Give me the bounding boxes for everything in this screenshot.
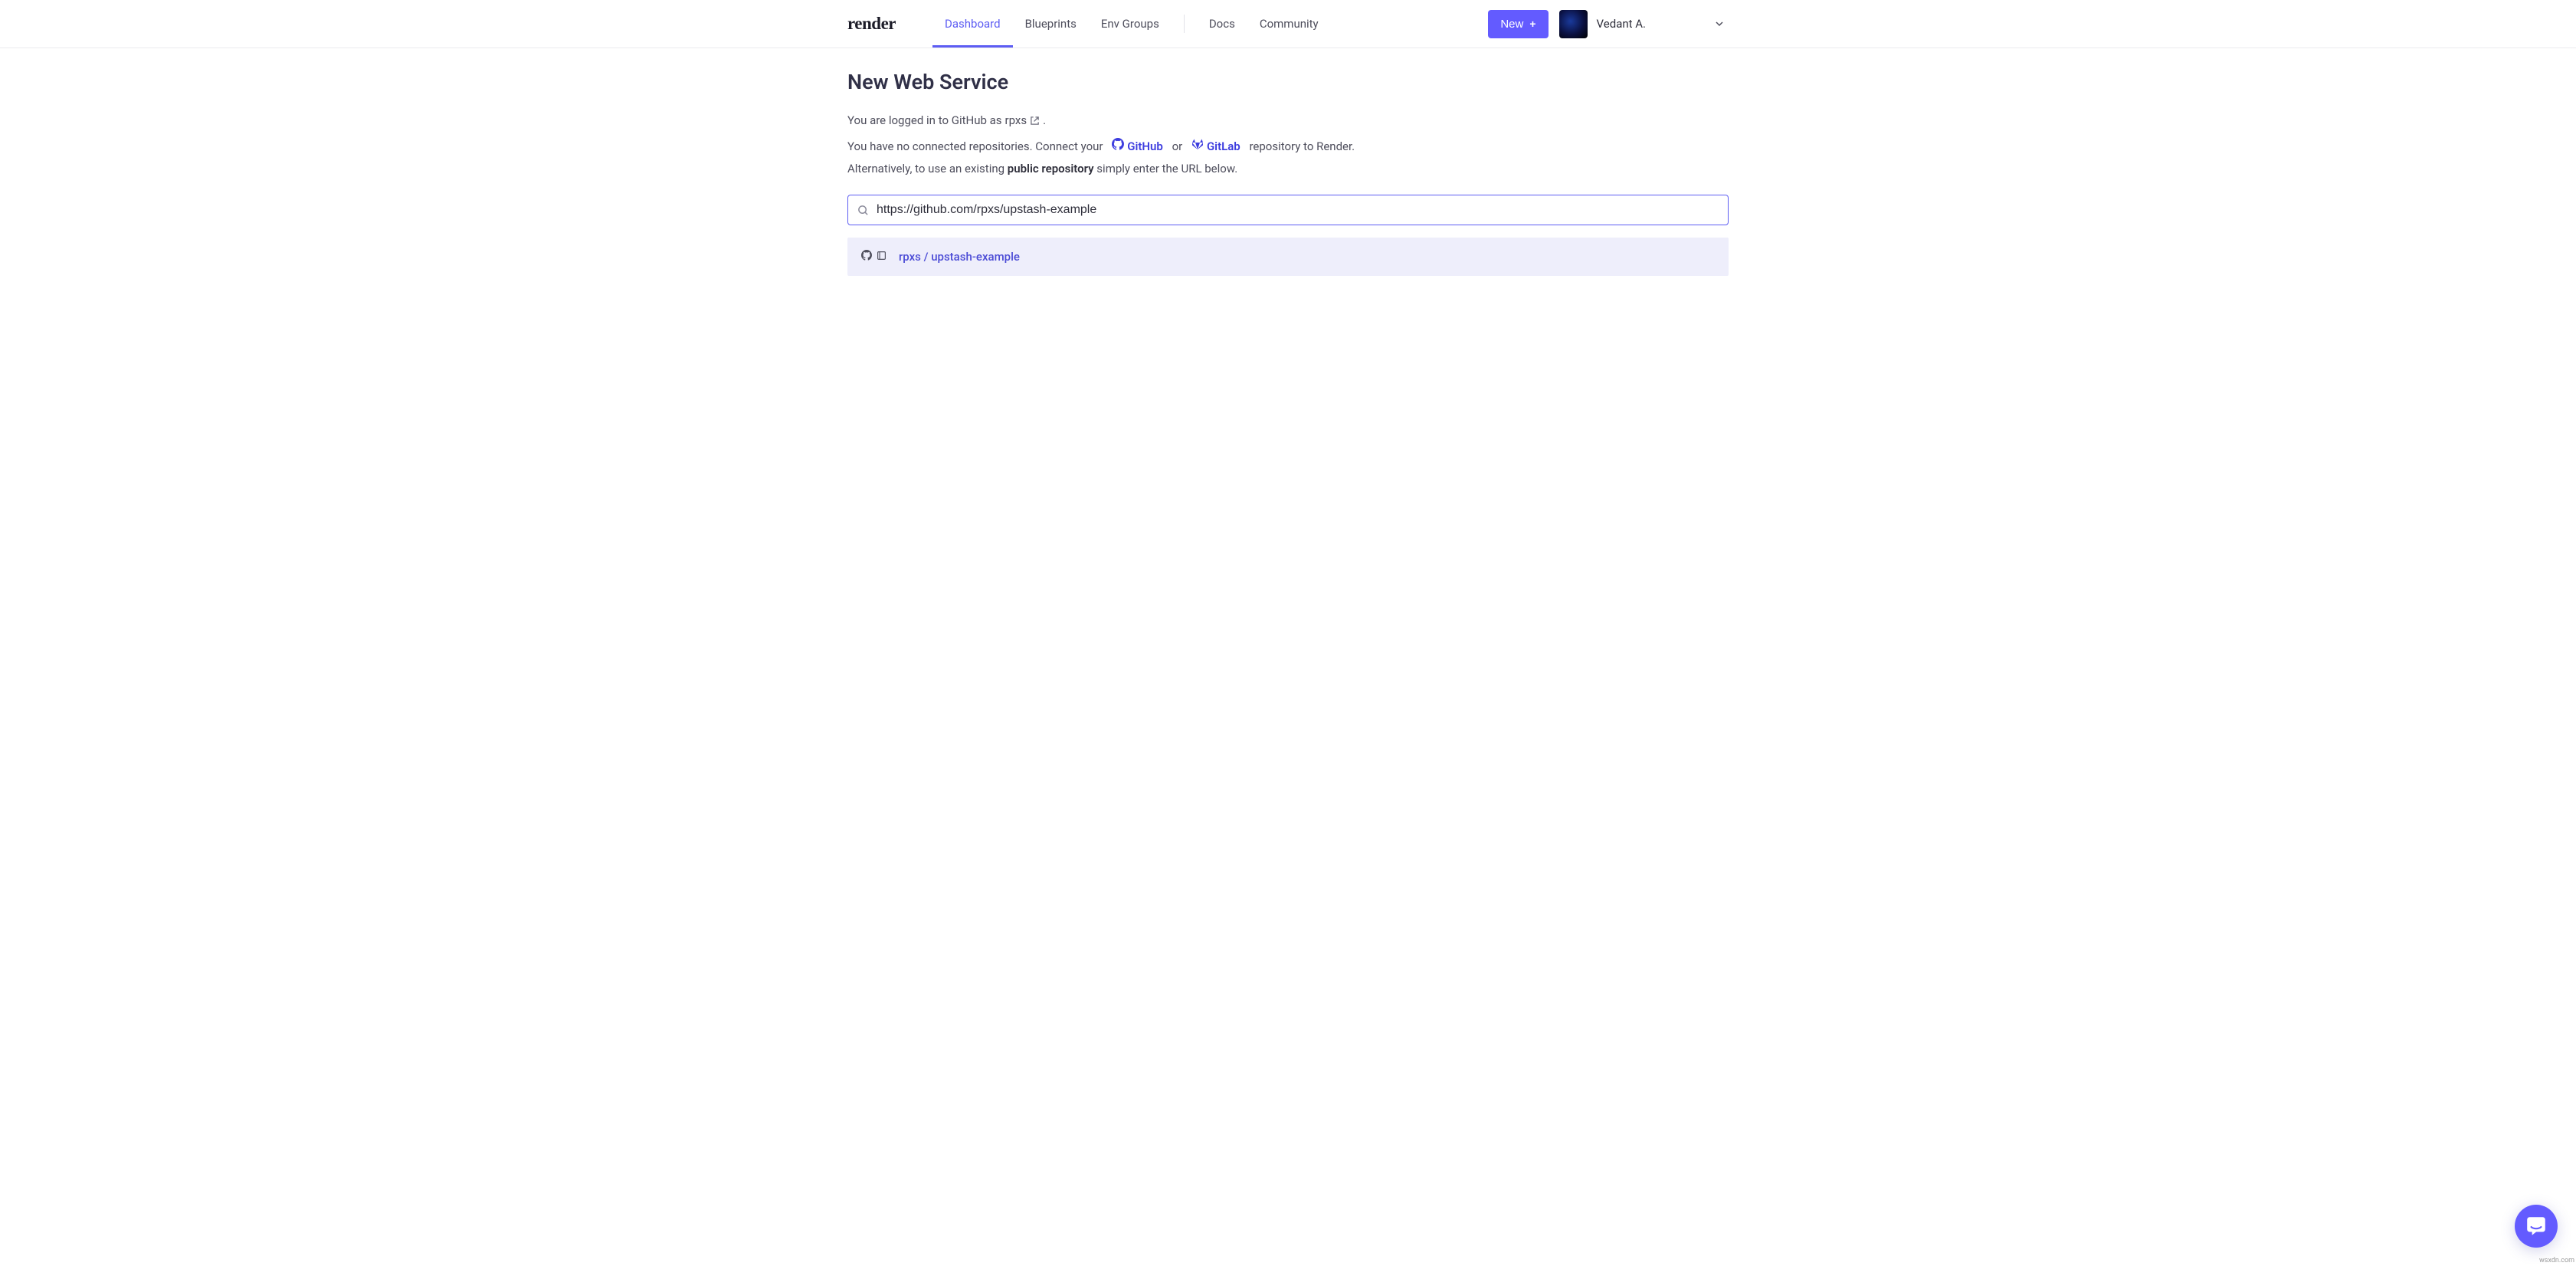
nav-dashboard[interactable]: Dashboard	[932, 0, 1013, 48]
page-title: New Web Service	[847, 70, 1729, 94]
logged-in-line: You are logged in to GitHub as rpxs .	[847, 111, 1729, 131]
nav-divider	[1184, 15, 1185, 33]
nav-community[interactable]: Community	[1247, 0, 1331, 48]
logo[interactable]: render	[847, 14, 896, 34]
connect-text-2: repository to Render.	[1249, 137, 1355, 157]
gitlab-label: GitLab	[1207, 137, 1240, 157]
github-icon	[1112, 137, 1124, 157]
or-text: or	[1172, 137, 1183, 157]
logged-in-suffix: .	[1043, 111, 1046, 131]
repo-result-row[interactable]: rpxs / upstash-example	[847, 238, 1729, 276]
nav-blueprints[interactable]: Blueprints	[1013, 0, 1089, 48]
chat-icon	[2525, 1215, 2548, 1238]
gitlab-link[interactable]: GitLab	[1191, 137, 1240, 157]
new-button[interactable]: New +	[1488, 10, 1548, 38]
alternative-line: Alternatively, to use an existing public…	[847, 159, 1729, 178]
public-repo-bold: public repository	[1008, 162, 1094, 175]
repo-result-label: rpxs / upstash-example	[899, 250, 1020, 264]
connect-line: You have no connected repositories. Conn…	[847, 137, 1729, 157]
connect-text-1: You have no connected repositories. Conn…	[847, 137, 1103, 157]
gitlab-icon	[1191, 137, 1204, 157]
alt-text-2: simply enter the URL below.	[1094, 162, 1238, 175]
main-content: New Web Service You are logged in to Git…	[847, 48, 1729, 276]
logged-in-user: rpxs	[1005, 111, 1027, 131]
user-name: Vedant A.	[1597, 17, 1646, 31]
new-button-label: New	[1500, 18, 1523, 31]
chevron-down-icon	[1715, 19, 1724, 28]
logged-in-prefix: You are logged in to GitHub as	[847, 111, 1002, 131]
nav-docs[interactable]: Docs	[1197, 0, 1247, 48]
github-label: GitHub	[1127, 137, 1163, 157]
intercom-launcher[interactable]	[2515, 1205, 2558, 1248]
external-link-icon[interactable]	[1030, 116, 1040, 126]
github-icon	[861, 250, 872, 264]
nav-env-groups[interactable]: Env Groups	[1089, 0, 1172, 48]
repo-icon	[877, 251, 887, 264]
github-link[interactable]: GitHub	[1112, 137, 1163, 157]
repo-url-input[interactable]	[877, 195, 1719, 225]
main-nav: Dashboard Blueprints Env Groups Docs Com…	[932, 0, 1331, 48]
avatar	[1559, 10, 1588, 38]
watermark: wsxdn.com	[2539, 1257, 2574, 1264]
search-icon	[857, 205, 869, 216]
plus-icon: +	[1529, 18, 1535, 30]
alt-text-1: Alternatively, to use an existing	[847, 162, 1008, 175]
topbar: render Dashboard Blueprints Env Groups D…	[0, 0, 2576, 48]
repo-search-wrap[interactable]	[847, 195, 1729, 225]
user-menu[interactable]: Vedant A.	[1559, 10, 1729, 38]
